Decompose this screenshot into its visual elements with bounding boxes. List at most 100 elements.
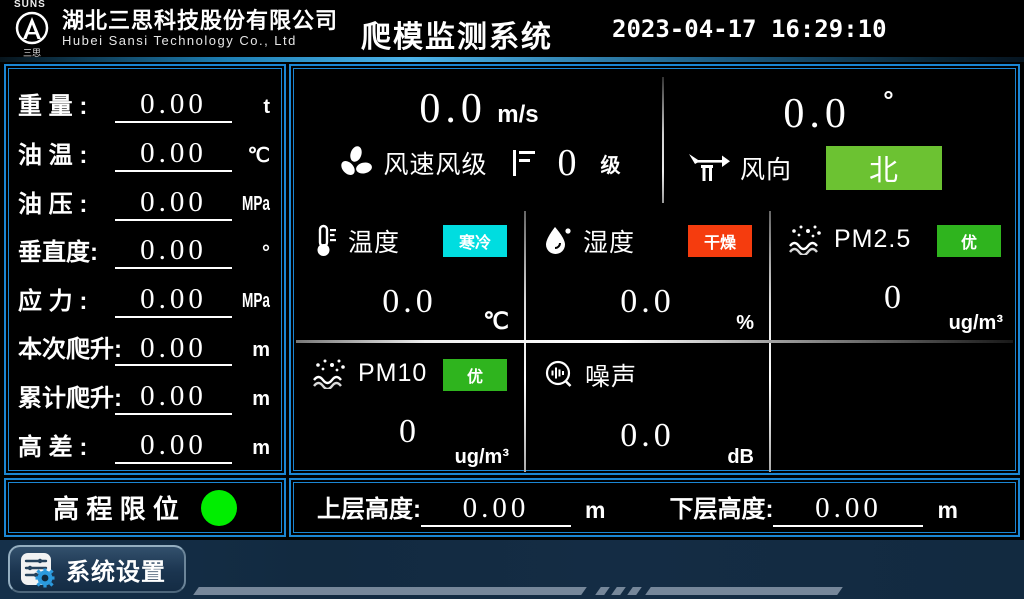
sidebar-row-stress: 应 力 : 0.00 MPa <box>18 272 270 318</box>
row-unit: ℃ <box>232 143 270 172</box>
row-unit: m <box>232 388 270 415</box>
row-unit: MPa <box>238 193 270 221</box>
wind-compass-indicator: 北 <box>826 146 942 190</box>
sensor-unit: ug/m³ <box>455 446 509 469</box>
upper-height-group: 上层高度: 0.00 m <box>317 489 605 527</box>
row-value: 0.00 <box>115 381 232 415</box>
elevation-limit-panel: 高 程 限 位 <box>4 478 286 537</box>
sensor-label: 噪声 <box>585 357 637 393</box>
sensor-unit: ℃ <box>483 308 509 335</box>
upper-height-value: 0.00 <box>421 493 571 527</box>
company-logo: SUNS 三思 湖北三思科技股份有限公司 Hubei Sansi Technol… <box>6 0 338 59</box>
company-name-en: Hubei Sansi Technology Co., Ltd <box>62 34 338 48</box>
sensor-label: 湿度 <box>583 223 635 259</box>
fan-icon <box>337 144 375 182</box>
upper-height-unit: m <box>585 497 605 527</box>
limit-status-indicator <box>201 490 237 526</box>
wind-speed-unit: m/s <box>497 101 538 128</box>
row-unit: m <box>232 437 270 464</box>
sensor-grid: 温度 寒冷 0.0 ℃ <box>296 211 1013 472</box>
wind-speed-value: 0.0 <box>419 86 487 132</box>
page-title: 爬模监测系统 <box>352 12 562 56</box>
row-label: 油 压 : <box>18 184 115 221</box>
taskbar: 系统设置 <box>0 540 1024 599</box>
sensor-label: PM2.5 <box>834 225 911 254</box>
datetime-display: 2023-04-17 16:29:10 <box>612 15 887 43</box>
droplet-icon <box>543 225 573 257</box>
row-value: 0.00 <box>115 89 232 123</box>
logo-suns-text: SUNS <box>14 0 46 10</box>
row-value: 0.00 <box>115 333 232 367</box>
pm-icon <box>788 223 824 255</box>
wind-level-icon <box>510 147 536 179</box>
system-settings-button[interactable]: 系统设置 <box>8 545 186 593</box>
elevation-limit-label: 高 程 限 位 <box>53 489 179 526</box>
status-badge: 干燥 <box>688 225 752 257</box>
sansi-logo-icon <box>12 10 52 46</box>
upper-height-label: 上层高度: <box>317 489 421 527</box>
taskbar-stripe-dash <box>611 587 626 595</box>
company-name-cn: 湖北三思科技股份有限公司 <box>62 9 338 32</box>
sidebar-row-oil-temp: 油 温 : 0.00 ℃ <box>18 126 270 172</box>
taskbar-stripe <box>193 587 587 595</box>
wind-direction-label: 风向 <box>740 150 792 186</box>
sensor-cell-noise: 噪声 0.0 dB <box>527 345 768 473</box>
hmi-screen: SUNS 三思 湖北三思科技股份有限公司 Hubei Sansi Technol… <box>0 0 1024 599</box>
sensor-cell-empty <box>772 345 1017 473</box>
row-value: 0.00 <box>115 430 232 464</box>
sidebar-row-current-climb: 本次爬升: 0.00 m <box>18 320 270 366</box>
lower-height-value: 0.00 <box>773 493 923 527</box>
wind-direction-unit: ° <box>883 85 893 115</box>
header-divider <box>0 57 1024 62</box>
lower-height-group: 下层高度: 0.00 m <box>669 489 957 527</box>
sensor-value: 0.0 <box>527 283 768 321</box>
status-badge: 优 <box>937 225 1001 257</box>
grid-horizontal-divider <box>296 340 1013 343</box>
sensor-cell-temperature: 温度 寒冷 0.0 ℃ <box>296 211 523 339</box>
environment-panel: 0.0 m/s <box>289 64 1020 475</box>
measurement-sidebar: 重 量 : 0.00 t 油 温 : 0.00 ℃ 油 压 : 0.00 MPa… <box>4 64 286 475</box>
taskbar-stripe-dash <box>627 587 642 595</box>
row-unit: t <box>232 96 270 123</box>
pm-icon <box>312 357 348 389</box>
row-value: 0.00 <box>115 235 232 269</box>
row-label: 应 力 : <box>18 281 115 318</box>
taskbar-stripe <box>645 587 843 595</box>
wind-speed-block: 0.0 m/s <box>296 71 662 209</box>
row-unit: ° <box>232 242 270 269</box>
row-label: 垂直度: <box>18 232 115 269</box>
lower-height-unit: m <box>937 497 957 527</box>
sidebar-row-height-diff: 高 差 : 0.00 m <box>18 418 270 464</box>
status-badge: 优 <box>443 359 507 391</box>
row-unit: MPa <box>238 290 270 318</box>
settings-button-label: 系统设置 <box>66 552 166 587</box>
thermometer-icon <box>312 224 338 258</box>
sensor-cell-pm10: PM10 优 0 ug/m³ <box>296 345 523 473</box>
sensor-unit: dB <box>727 446 754 469</box>
taskbar-stripe-dash <box>595 587 610 595</box>
sensor-label: 温度 <box>348 223 400 259</box>
sidebar-row-total-climb: 累计爬升: 0.00 m <box>18 369 270 415</box>
header: SUNS 三思 湖北三思科技股份有限公司 Hubei Sansi Technol… <box>0 0 1024 57</box>
noise-icon <box>543 359 575 391</box>
layer-height-panel: 上层高度: 0.00 m 下层高度: 0.00 m <box>289 478 1020 537</box>
wind-speed-label: 风速风级 <box>383 145 487 181</box>
row-label: 油 温 : <box>18 135 115 172</box>
settings-sliders-gear-icon <box>18 550 56 588</box>
row-label: 累计爬升: <box>18 378 115 415</box>
row-label: 高 差 : <box>18 427 115 464</box>
wind-direction-value: 0.0 <box>783 91 851 137</box>
row-value: 0.00 <box>115 187 232 221</box>
wind-vane-icon <box>688 151 730 185</box>
row-label: 重 量 : <box>18 86 115 123</box>
sensor-cell-pm25: PM2.5 优 0 ug/m³ <box>772 211 1017 339</box>
lower-height-label: 下层高度: <box>669 489 773 527</box>
wind-section: 0.0 m/s <box>296 71 1013 209</box>
sensor-unit: % <box>736 312 754 335</box>
status-badge: 寒冷 <box>443 225 507 257</box>
sidebar-row-oil-pressure: 油 压 : 0.00 MPa <box>18 175 270 221</box>
row-label: 本次爬升: <box>18 329 115 366</box>
sensor-unit: ug/m³ <box>949 312 1003 335</box>
row-value: 0.00 <box>115 284 232 318</box>
wind-level-unit: 级 <box>601 149 621 178</box>
